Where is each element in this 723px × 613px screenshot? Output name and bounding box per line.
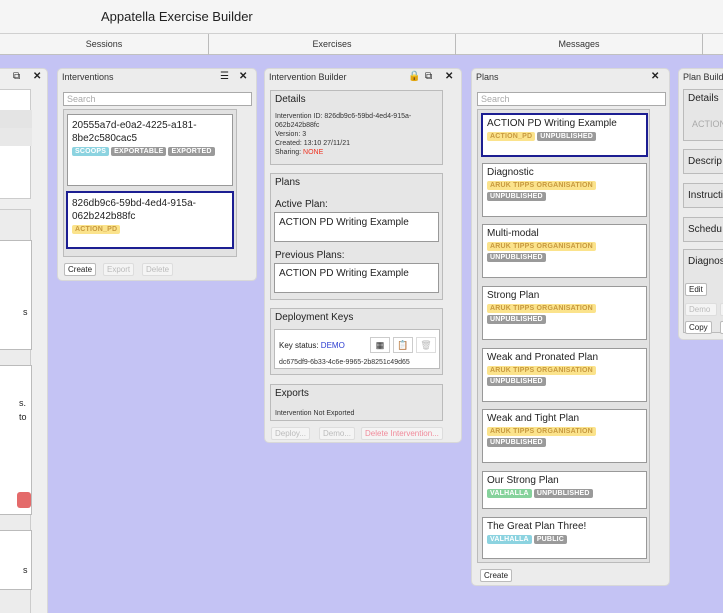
tab-messages[interactable]: Messages bbox=[456, 34, 703, 55]
badge: SCOOPS bbox=[72, 147, 110, 156]
copy-icon[interactable]: ⧉ bbox=[425, 71, 432, 83]
deploy-button[interactable]: Deploy... bbox=[271, 427, 310, 440]
copy-icon[interactable]: ⧉ bbox=[13, 71, 20, 83]
delete-intervention-button[interactable]: Delete Intervention... bbox=[361, 427, 443, 440]
key-status: DEMO bbox=[320, 341, 345, 350]
list-item-selected[interactable]: 826db9c6-59bd-4ed4-915a-062b242b88fc ACT… bbox=[66, 191, 234, 249]
key-box: Key status: DEMO ▦ 📋 🗑 dc675df9-6b33-4c6… bbox=[274, 329, 440, 369]
app-header: Appatella Exercise Builder bbox=[0, 0, 723, 34]
sharing-value: NONE bbox=[303, 149, 324, 156]
intervention-builder-panel: Intervention Builder 🔒 ⧉ ✕ Details Inter… bbox=[264, 68, 462, 443]
create-button[interactable]: Create bbox=[480, 569, 513, 582]
list-item[interactable]: Our Strong Plan VALHALLA UNPUBLISHED bbox=[482, 471, 647, 509]
lock-icon[interactable]: 🔒 bbox=[408, 71, 420, 83]
created: Created: 13:10 27/11/21 bbox=[275, 140, 350, 147]
diagnostic-section: Diagnos Edit Demo Copy bbox=[683, 249, 723, 334]
exports-section: Exports Intervention Not Exported bbox=[270, 384, 443, 421]
list-item[interactable]: Multi-modal ARUK TIPPS ORGANISATION UNPUB… bbox=[482, 224, 647, 278]
close-icon[interactable]: ✕ bbox=[239, 71, 247, 83]
list-item[interactable]: Weak and Tight Plan ARUK TIPPS ORGANISAT… bbox=[482, 409, 647, 463]
search-input[interactable]: Search bbox=[63, 92, 252, 106]
demo-button[interactable]: Demo bbox=[685, 303, 717, 316]
description-section[interactable]: Descrip bbox=[683, 149, 723, 174]
plans-title: Plans bbox=[476, 72, 499, 82]
details-section: Details ACTION bbox=[683, 89, 723, 141]
badge: EXPORTABLE bbox=[111, 147, 167, 156]
partial-list: s s. to s bbox=[0, 209, 32, 613]
plan-builder-panel: Plan Build Details ACTION Descrip Instru… bbox=[678, 68, 723, 340]
version: Version: 3 bbox=[275, 131, 307, 138]
plan-builder-title: Plan Build bbox=[683, 72, 723, 82]
details-section: Details Intervention ID: 826db9c6-59bd-4… bbox=[270, 90, 443, 165]
badge: ACTION_PD bbox=[72, 225, 121, 234]
partial-card bbox=[0, 89, 32, 199]
interventions-title: Interventions bbox=[62, 72, 114, 82]
search-input[interactable]: Search bbox=[477, 92, 666, 106]
tab-sessions[interactable]: Sessions bbox=[0, 34, 209, 55]
edit-button[interactable]: Edit bbox=[685, 283, 707, 296]
main-nav: Sessions Exercises Messages bbox=[0, 34, 723, 55]
list-item[interactable]: Weak and Pronated Plan ARUK TIPPS ORGANI… bbox=[482, 348, 647, 402]
export-button[interactable]: Export bbox=[103, 263, 135, 276]
export-status: Intervention Not Exported bbox=[275, 410, 355, 417]
delete-button[interactable]: Delete bbox=[142, 263, 174, 276]
intervention-id: Intervention ID: 826db9c6-59bd-4ed4-915a… bbox=[275, 113, 412, 129]
list-item[interactable]: Strong Plan ARUK TIPPS ORGANISATION UNPUB… bbox=[482, 286, 647, 340]
badge: EXPORTED bbox=[168, 147, 215, 156]
list-item[interactable]: 20555a7d-e0a2-4225-a181-8be2c580cac5 SCO… bbox=[67, 114, 233, 186]
delete-button[interactable] bbox=[17, 492, 31, 508]
previous-plan-select[interactable]: ACTION PD Writing Example bbox=[274, 263, 439, 293]
instructions-section[interactable]: Instructi bbox=[683, 183, 723, 208]
plans-panel: Plans ✕ Search ACTION PD Writing Example… bbox=[471, 68, 670, 586]
demo-button[interactable]: Demo... bbox=[319, 427, 356, 440]
create-button[interactable]: Create bbox=[64, 263, 97, 276]
close-icon[interactable]: ✕ bbox=[651, 71, 659, 83]
copy-button[interactable]: Copy bbox=[685, 321, 712, 334]
list-icon[interactable]: ☰ bbox=[220, 71, 229, 83]
deployment-key: dc675df9-6b33-4c6e-9965-2b8251c49d65 bbox=[279, 359, 410, 366]
partial-panel: ⧉ ✕ s s. to s bbox=[0, 68, 48, 613]
schedule-section[interactable]: Schedu bbox=[683, 217, 723, 242]
trash-icon[interactable]: 🗑 bbox=[416, 337, 436, 353]
plans-list: ACTION PD Writing Example ACTION_PD UNPUB… bbox=[477, 109, 650, 563]
interventions-panel: Interventions ☰ ✕ Search 20555a7d-e0a2-4… bbox=[57, 68, 257, 281]
plans-section: Plans Active Plan: ACTION PD Writing Exa… bbox=[270, 173, 443, 300]
list-item[interactable]: Diagnostic ARUK TIPPS ORGANISATION UNPUBL… bbox=[482, 163, 647, 217]
list-item[interactable]: ACTION PD Writing Example ACTION_PD UNPUB… bbox=[481, 113, 648, 157]
tab-exercises[interactable]: Exercises bbox=[209, 34, 456, 55]
clipboard-icon[interactable]: 📋 bbox=[393, 337, 413, 353]
list-item[interactable]: The Great Plan Three! VALHALLA PUBLIC bbox=[482, 517, 647, 559]
close-icon[interactable]: ✕ bbox=[33, 71, 41, 83]
deployment-keys-section: Deployment Keys Key status: DEMO ▦ 📋 🗑 d… bbox=[270, 308, 443, 375]
close-icon[interactable]: ✕ bbox=[445, 71, 453, 83]
app-title: Appatella Exercise Builder bbox=[101, 9, 253, 24]
active-plan-select[interactable]: ACTION PD Writing Example bbox=[274, 212, 439, 242]
interventions-list: 20555a7d-e0a2-4225-a181-8be2c580cac5 SCO… bbox=[63, 109, 237, 257]
builder-title: Intervention Builder bbox=[269, 72, 347, 82]
qr-code-icon[interactable]: ▦ bbox=[370, 337, 390, 353]
